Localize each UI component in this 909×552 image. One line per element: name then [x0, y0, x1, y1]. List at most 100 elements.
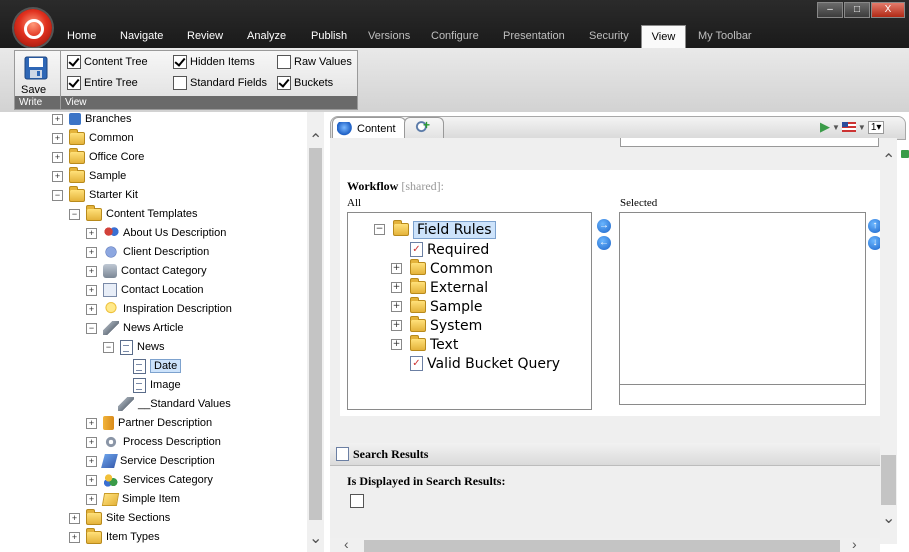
expand-icon[interactable]: + — [52, 113, 63, 125]
list-item[interactable]: − Field Rules — [374, 220, 496, 239]
scroll-up-icon[interactable]: ⌃ — [882, 150, 895, 170]
maximize-button[interactable]: □ — [844, 2, 870, 18]
tree-node[interactable]: + Contact Category — [86, 262, 207, 280]
tree-node-label[interactable]: Site Sections — [106, 512, 170, 524]
expand-icon[interactable]: + — [69, 512, 80, 524]
tree-node[interactable]: + Client Description — [86, 243, 209, 261]
tree-node-label[interactable]: About Us Description — [123, 227, 226, 239]
tab-my-toolbar[interactable]: My Toolbar — [698, 30, 752, 42]
tree-node[interactable]: + Contact Location — [86, 281, 204, 299]
list-item[interactable]: + Sample — [391, 297, 483, 316]
entire-tree-checkbox[interactable]: Entire Tree — [67, 76, 138, 90]
collapse-icon[interactable]: − — [103, 341, 114, 353]
tree-node[interactable]: − News Article — [86, 319, 184, 337]
expand-icon[interactable]: + — [86, 303, 97, 315]
tree-node-label[interactable]: Contact Category — [121, 265, 207, 277]
tree-node[interactable]: + Item Types — [69, 527, 160, 546]
expand-icon[interactable]: + — [391, 339, 402, 350]
minimize-button[interactable]: – — [817, 2, 843, 18]
tab-search[interactable]: + — [404, 117, 444, 139]
field-input-top[interactable] — [620, 138, 879, 147]
tab-content[interactable]: Content — [332, 117, 406, 139]
list-item-label[interactable]: Common — [430, 261, 493, 277]
tree-node-label[interactable]: Process Description — [123, 436, 221, 448]
tree-node[interactable]: + Service Description — [86, 452, 215, 470]
editor-hscrollbar-thumb[interactable] — [364, 540, 840, 552]
tree-node-label[interactable]: Services Category — [123, 474, 213, 486]
tree-node-label[interactable]: Branches — [85, 113, 131, 125]
expand-icon[interactable]: + — [86, 265, 97, 277]
collapse-icon[interactable]: − — [52, 189, 63, 201]
tree-node[interactable]: + Branches — [52, 112, 131, 128]
expand-icon[interactable]: + — [52, 132, 63, 144]
expand-icon[interactable]: + — [86, 436, 97, 448]
tree-node-label[interactable]: Service Description — [120, 455, 215, 467]
tree-node-label[interactable]: Office Core — [89, 151, 144, 163]
list-item[interactable]: ✓ Required — [410, 240, 489, 259]
list-item[interactable]: + External — [391, 278, 488, 297]
list-item-label[interactable]: Text — [430, 337, 458, 353]
expand-icon[interactable]: + — [86, 227, 97, 239]
expand-icon[interactable]: + — [86, 455, 97, 467]
expand-icon[interactable]: + — [86, 493, 97, 505]
list-item[interactable]: ✓ Valid Bucket Query — [410, 354, 560, 373]
raw-values-checkbox[interactable]: Raw Values — [277, 55, 352, 69]
tree-node-label[interactable]: News — [137, 341, 165, 353]
editor-scrollbar-thumb[interactable] — [881, 455, 896, 505]
list-item-label[interactable]: Sample — [430, 299, 483, 315]
tree-node[interactable]: + About Us Description — [86, 224, 226, 242]
expand-icon[interactable]: + — [391, 320, 402, 331]
tab-review[interactable]: Review — [187, 30, 223, 42]
dropdown-icon[interactable]: ▼ — [832, 123, 840, 132]
search-results-section-header[interactable]: Search Results — [330, 443, 880, 466]
tree-node-label[interactable]: Starter Kit — [89, 189, 138, 201]
expand-icon[interactable]: + — [391, 282, 402, 293]
navigate-icon[interactable]: ▶ — [820, 119, 830, 135]
save-button[interactable]: Save — [21, 84, 46, 96]
tree-node-label[interactable]: Sample — [89, 170, 126, 182]
list-item-label[interactable]: Field Rules — [413, 220, 496, 239]
tree-node-label[interactable]: __Standard Values — [138, 398, 231, 410]
tree-scrollbar-thumb[interactable] — [309, 148, 322, 520]
tree-node-label[interactable]: Content Templates — [106, 208, 198, 220]
expand-icon[interactable]: + — [52, 151, 63, 163]
move-left-icon[interactable]: ← — [597, 236, 611, 250]
tree-node-label[interactable]: Date — [150, 359, 182, 373]
tree-node-selected[interactable]: Date — [133, 357, 182, 375]
tree-node[interactable]: − News — [103, 338, 165, 356]
tree-node[interactable]: + Partner Description — [86, 414, 212, 432]
collapse-icon[interactable]: − — [86, 322, 97, 334]
tree-node[interactable]: + Process Description — [86, 433, 221, 451]
selected-item-input[interactable] — [619, 384, 866, 405]
scroll-left-icon[interactable]: ‹ — [344, 536, 349, 552]
expand-icon[interactable]: + — [391, 301, 402, 312]
tree-node-label[interactable]: News Article — [123, 322, 184, 334]
version-select[interactable]: 1▾ — [867, 120, 885, 134]
tree-node[interactable]: + Services Category — [86, 471, 213, 489]
tree-node-label[interactable]: Client Description — [123, 246, 209, 258]
tree-node[interactable]: − Content Templates — [69, 204, 198, 223]
list-item-label[interactable]: System — [430, 318, 482, 334]
list-item-label[interactable]: Required — [427, 242, 489, 258]
expand-icon[interactable]: + — [86, 474, 97, 486]
selected-items-list[interactable] — [619, 212, 866, 388]
tree-node[interactable]: + Site Sections — [69, 508, 170, 527]
tree-node[interactable]: __Standard Values — [118, 395, 231, 413]
tree-node-label[interactable]: Image — [150, 379, 181, 391]
tree-node[interactable]: + Common — [52, 128, 134, 147]
tab-security[interactable]: Security — [589, 30, 629, 42]
tree-node[interactable]: + Office Core — [52, 147, 144, 166]
expand-icon[interactable]: + — [52, 170, 63, 182]
expand-icon[interactable]: + — [69, 531, 80, 543]
scroll-down-icon[interactable]: ⌄ — [882, 508, 895, 528]
tree-node-label[interactable]: Inspiration Description — [123, 303, 232, 315]
application-menu-button[interactable] — [14, 9, 52, 47]
standard-fields-checkbox[interactable]: Standard Fields — [173, 76, 267, 90]
tab-analyze[interactable]: Analyze — [247, 30, 286, 42]
scroll-down-icon[interactable]: ⌄ — [309, 528, 322, 548]
collapse-icon[interactable]: − — [69, 208, 80, 220]
tab-view[interactable]: View — [641, 25, 686, 49]
tree-node-label[interactable]: Partner Description — [118, 417, 212, 429]
hidden-items-checkbox[interactable]: Hidden Items — [173, 55, 255, 69]
expand-icon[interactable]: + — [86, 417, 97, 429]
